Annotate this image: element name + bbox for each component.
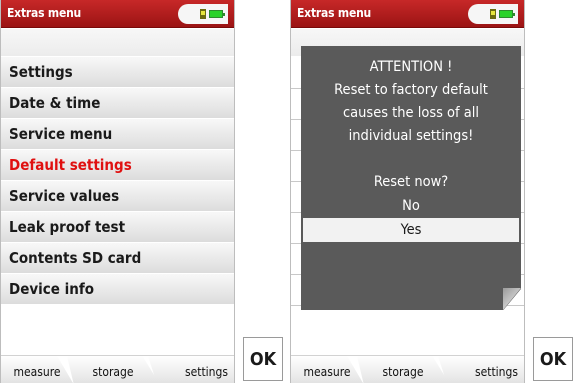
screen-title: Extras menu	[297, 6, 372, 20]
menu-item-default-settings[interactable]: Default settings	[1, 150, 234, 181]
status-indicators	[178, 4, 228, 24]
dialog-question: Reset now?	[373, 174, 449, 190]
tab-settings[interactable]: settings	[438, 356, 524, 383]
menu-header-spacer	[1, 29, 234, 57]
title-bar: Extras menu	[1, 0, 234, 28]
sd-card-icon	[490, 9, 496, 19]
softkey-bar: measure storage settings	[1, 355, 234, 383]
menu-item-device-info[interactable]: Device info	[1, 274, 234, 305]
screen-title: Extras menu	[7, 6, 82, 20]
title-bar: Extras menu	[291, 0, 524, 28]
dialog-heading: ATTENTION !	[369, 59, 453, 75]
option-yes[interactable]: Yes	[303, 218, 519, 242]
dialog-text-line: individual settings!	[348, 128, 474, 144]
tab-settings[interactable]: settings	[148, 356, 234, 383]
option-no[interactable]: No	[301, 194, 521, 218]
tab-measure[interactable]: measure	[291, 356, 363, 383]
dialog-text-line: Reset to factory default	[334, 82, 488, 98]
battery-icon	[209, 10, 225, 18]
device-screen-left: Extras menu Settings Date & time Service…	[0, 0, 235, 383]
ok-button[interactable]: OK	[243, 337, 283, 381]
tab-measure[interactable]: measure	[1, 356, 73, 383]
menu-item-service-values[interactable]: Service values	[1, 181, 234, 212]
sd-card-icon	[200, 9, 206, 19]
menu-item-date-time[interactable]: Date & time	[1, 88, 234, 119]
extras-menu-list: Settings Date & time Service menu Defaul…	[1, 29, 234, 355]
tab-storage[interactable]: storage	[357, 356, 449, 383]
dialog-message: ATTENTION ! Reset to factory default cau…	[301, 46, 521, 194]
menu-item-leak-proof-test[interactable]: Leak proof test	[1, 212, 234, 243]
battery-icon	[499, 10, 515, 18]
dialog-gap	[301, 148, 521, 171]
softkey-bar: measure storage settings	[291, 355, 524, 383]
menu-item-settings[interactable]: Settings	[1, 57, 234, 88]
dialog-text-line: causes the loss of all	[342, 105, 480, 121]
reset-confirm-dialog: ATTENTION ! Reset to factory default cau…	[301, 46, 521, 310]
menu-item-service-menu[interactable]: Service menu	[1, 119, 234, 150]
status-indicators	[468, 4, 518, 24]
tab-storage[interactable]: storage	[67, 356, 159, 383]
ok-button[interactable]: OK	[533, 337, 573, 381]
menu-item-contents-sd-card[interactable]: Contents SD card	[1, 243, 234, 274]
device-screen-right: Extras menu ATTENTION ! Reset to factory…	[290, 0, 525, 383]
